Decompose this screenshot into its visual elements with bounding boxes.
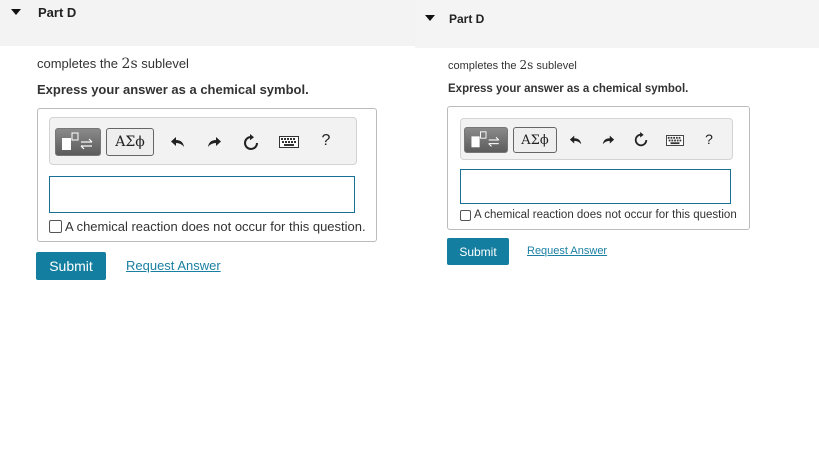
templates-button[interactable]: [55, 128, 101, 156]
redo-icon: [208, 137, 221, 147]
question-prompt: completes the 2s sublevel: [37, 56, 189, 72]
redo-button[interactable]: [599, 131, 617, 149]
no-reaction-label: A chemical reaction does not occur for t…: [65, 219, 366, 234]
part-title: Part D: [38, 5, 77, 20]
help-button[interactable]: ?: [702, 129, 716, 149]
math-toolbar: ΑΣϕ ?: [460, 118, 733, 160]
templates-icon: [62, 132, 93, 150]
undo-icon: [569, 135, 582, 145]
keyboard-icon: [279, 136, 299, 148]
no-reaction-label: A chemical reaction does not occur for t…: [474, 209, 737, 221]
question-prompt: completes the 2s sublevel: [448, 58, 577, 72]
right-question-panel: Part D completes the 2s sublevel Express…: [415, 0, 819, 460]
submit-button[interactable]: Submit: [36, 252, 106, 280]
answer-instruction: Express your answer as a chemical symbol…: [37, 82, 309, 97]
math-toolbar: ΑΣϕ ?: [49, 117, 357, 165]
no-reaction-checkbox[interactable]: [460, 209, 471, 221]
left-question-panel: Part D completes the 2s sublevel Express…: [0, 0, 415, 460]
prompt-text-before: completes the: [448, 60, 520, 72]
part-title: Part D: [449, 12, 485, 26]
part-header[interactable]: Part D: [415, 0, 819, 48]
prompt-text-before: completes the: [37, 56, 122, 71]
part-header[interactable]: Part D: [0, 0, 415, 46]
keyboard-icon: [666, 134, 684, 146]
help-button[interactable]: ?: [318, 130, 334, 152]
request-answer-link[interactable]: Request Answer: [527, 245, 607, 257]
greek-symbols-button[interactable]: ΑΣϕ: [106, 128, 154, 156]
answer-instruction: Express your answer as a chemical symbol…: [448, 83, 689, 95]
reset-icon: [244, 134, 258, 150]
keyboard-button[interactable]: [278, 133, 300, 151]
request-answer-link[interactable]: Request Answer: [126, 258, 221, 273]
templates-icon: [471, 131, 500, 148]
no-reaction-option[interactable]: A chemical reaction does not occur for t…: [49, 219, 366, 234]
keyboard-button[interactable]: [665, 131, 685, 149]
reset-button[interactable]: [631, 130, 651, 150]
undo-button[interactable]: [567, 131, 585, 149]
greek-symbols-button[interactable]: ΑΣϕ: [513, 127, 557, 153]
prompt-text-after: sublevel: [137, 56, 189, 71]
orbital-symbol: 2s: [519, 58, 534, 72]
caret-down-icon[interactable]: [11, 9, 21, 15]
redo-icon: [602, 135, 615, 145]
reset-button[interactable]: [240, 132, 262, 154]
answer-input[interactable]: [460, 169, 731, 204]
no-reaction-option[interactable]: A chemical reaction does not occur for t…: [460, 209, 737, 221]
answer-input[interactable]: [49, 176, 355, 213]
submit-button[interactable]: Submit: [447, 238, 509, 265]
redo-button[interactable]: [204, 132, 224, 152]
undo-icon: [171, 137, 184, 147]
caret-down-icon[interactable]: [425, 15, 435, 21]
reset-icon: [634, 132, 648, 147]
prompt-text-after: sublevel: [533, 60, 577, 72]
undo-button[interactable]: [168, 132, 188, 152]
orbital-symbol: 2s: [121, 56, 138, 72]
no-reaction-checkbox[interactable]: [49, 220, 62, 233]
answer-box: ΑΣϕ ? A chemical reaction does not occur…: [37, 108, 377, 242]
templates-button[interactable]: [464, 127, 508, 153]
answer-box: ΑΣϕ ? A chemical reaction does not occur…: [447, 106, 750, 230]
